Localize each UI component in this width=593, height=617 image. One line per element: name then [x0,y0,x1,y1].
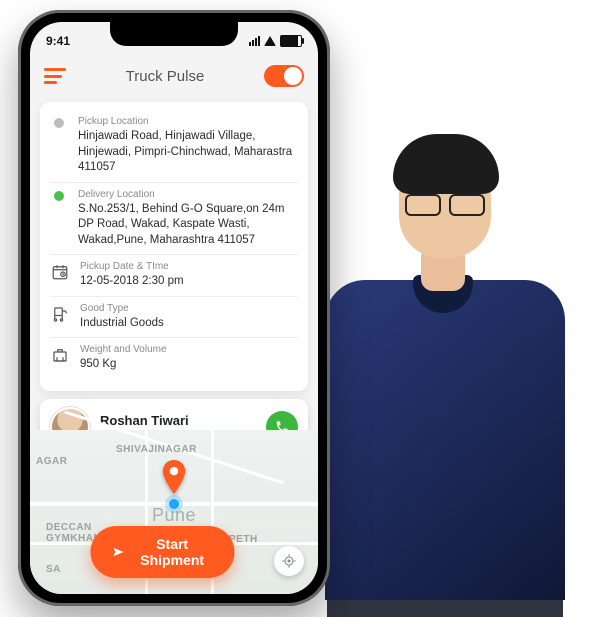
wifi-icon [264,36,276,46]
phone-frame: 9:41 Truck Pulse Pickup Location [18,10,330,606]
delivery-label: Delivery Location [78,189,298,200]
goods-label: Good Type [80,303,298,314]
pickup-value: Hinjawadi Road, Hinjawadi Village, Hinje… [78,129,298,176]
notch [110,22,238,46]
shipment-card: Pickup Location Hinjawadi Road, Hinjawad… [40,102,308,391]
pickup-row: Pickup Location Hinjawadi Road, Hinjawad… [50,110,298,183]
start-shipment-label: Start Shipment [132,536,213,568]
start-shipment-button[interactable]: Start Shipment [90,526,234,578]
screen: 9:41 Truck Pulse Pickup Location [30,22,318,594]
datetime-label: Pickup Date & TIme [80,261,298,272]
goods-icon [50,303,70,332]
signal-icon [249,36,260,46]
pickup-marker-icon [50,116,68,176]
map-pin-icon [161,460,187,486]
weight-row: Weight and Volume 950 Kg [50,338,298,379]
delivery-row: Delivery Location S.No.253/1, Behind G-O… [50,183,298,256]
pickup-label: Pickup Location [78,116,298,127]
calendar-icon [50,261,70,290]
driver-name: Roshan Tiwari [100,413,256,428]
app-bar: Truck Pulse [30,56,318,96]
map-label: SA [46,564,61,575]
send-icon [112,545,123,559]
goods-value: Industrial Goods [80,316,298,332]
map-label: SHIVAJINAGAR [116,444,197,455]
goods-row: Good Type Industrial Goods [50,297,298,339]
weight-label: Weight and Volume [80,344,298,355]
status-time: 9:41 [46,34,70,48]
datetime-value: 12-05-2018 2:30 pm [80,274,298,290]
delivery-marker-icon [50,189,68,249]
status-indicators [249,35,302,47]
locate-me-button[interactable] [274,546,304,576]
weight-icon [50,344,70,373]
delivery-value: S.No.253/1, Behind G-O Square,on 24m DP … [78,202,298,249]
datetime-row: Pickup Date & TIme 12-05-2018 2:30 pm [50,255,298,297]
weight-value: 950 Kg [80,357,298,373]
current-location-dot [169,499,179,509]
menu-button[interactable] [44,68,66,84]
battery-icon [280,35,302,47]
online-toggle[interactable] [264,65,304,87]
map[interactable]: AGAR SHIVAJINAGAR DECCAN GYMKHANA BUDHWA… [30,430,318,594]
person-photo [313,90,583,600]
app-title: Truck Pulse [126,68,205,85]
map-label: AGAR [36,456,67,467]
